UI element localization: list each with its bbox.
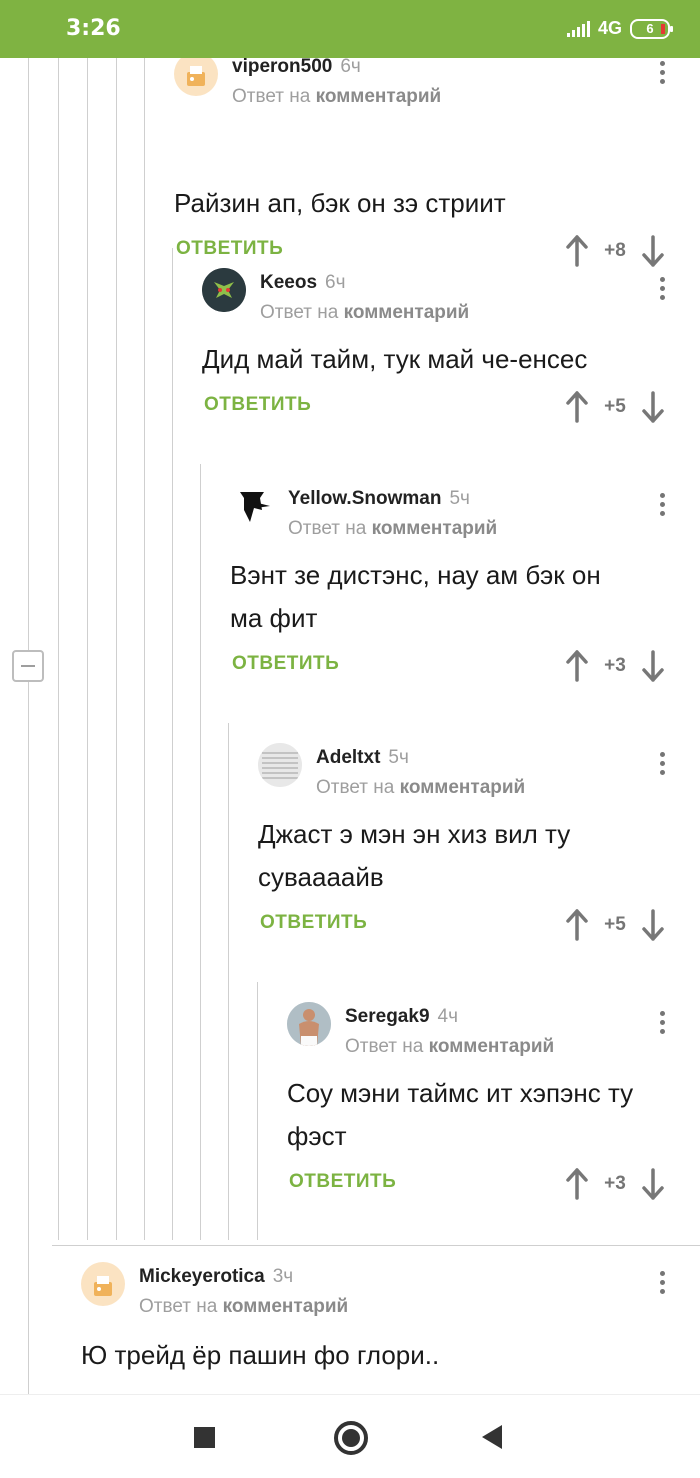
comment: Keeos 6ч Ответ на комментарий Дид май тай… xyxy=(202,268,700,448)
comment-time: 5ч xyxy=(388,747,409,768)
arrow-up-icon[interactable] xyxy=(564,649,590,683)
thread-line xyxy=(172,248,173,1240)
thread-line xyxy=(257,982,258,1240)
status-time: 3:26 xyxy=(66,16,121,41)
kebab-menu-icon[interactable] xyxy=(652,1008,672,1038)
vote-score: +5 xyxy=(604,914,626,935)
comment-text-line: фэст xyxy=(287,1121,347,1151)
reply-to: Ответ на комментарий xyxy=(316,777,526,798)
thread-line xyxy=(200,464,201,1240)
comment: Mickeyerotica 3ч Ответ на комментарий Ю т… xyxy=(81,1262,700,1394)
reply-to-link[interactable]: комментарий xyxy=(372,518,498,539)
vote-score: +5 xyxy=(604,396,626,417)
avatar[interactable] xyxy=(174,58,218,96)
reply-button[interactable]: ОТВЕТИТЬ xyxy=(260,912,367,934)
comment-text-line: Джаст э мэн эн хиз вил ту xyxy=(258,819,571,849)
reply-to: Ответ на комментарий xyxy=(345,1036,555,1057)
reply-to-link[interactable]: комментарий xyxy=(344,302,470,323)
avatar[interactable] xyxy=(202,268,246,312)
home-circle-icon[interactable] xyxy=(334,1421,368,1455)
reply-to: Ответ на комментарий xyxy=(260,302,470,323)
avatar[interactable] xyxy=(230,484,274,528)
recents-square-icon[interactable] xyxy=(194,1427,215,1448)
thread-line xyxy=(144,58,145,1240)
thread-line xyxy=(116,58,117,1240)
reply-to-link[interactable]: комментарий xyxy=(400,777,526,798)
reply-button[interactable]: ОТВЕТИТЬ xyxy=(289,1171,396,1193)
avatar[interactable] xyxy=(258,743,302,787)
thread-line xyxy=(87,58,88,1240)
comment-author[interactable]: Adeltxt xyxy=(316,747,380,768)
arrow-up-icon[interactable] xyxy=(564,234,590,268)
reply-button[interactable]: ОТВЕТИТЬ xyxy=(176,238,283,260)
kebab-menu-icon[interactable] xyxy=(652,749,672,779)
comment-text: Соу мэни таймс ит хэпэнс ту фэст xyxy=(287,1072,633,1158)
comments-thread: viperon500 6ч Ответ на комментарий Райзин… xyxy=(0,58,700,1394)
arrow-up-icon[interactable] xyxy=(564,390,590,424)
avatar[interactable] xyxy=(81,1262,125,1306)
battery-icon: 6 xyxy=(630,18,673,39)
comment-text-line: суваааайв xyxy=(258,862,384,892)
thread-line xyxy=(28,58,29,1394)
vote-score: +3 xyxy=(604,655,626,676)
comment-time: 4ч xyxy=(437,1006,458,1027)
arrow-down-icon[interactable] xyxy=(640,908,666,942)
comment: Adeltxt 5ч Ответ на комментарий Джаст э м… xyxy=(258,743,700,963)
kebab-menu-icon[interactable] xyxy=(652,58,672,88)
arrow-up-icon[interactable] xyxy=(564,908,590,942)
comment-text: Райзин ап, бэк он зэ стриит xyxy=(174,188,506,218)
reply-to: Ответ на комментарий xyxy=(288,518,498,539)
system-nav-bar xyxy=(0,1394,700,1478)
thread-line xyxy=(58,58,59,1240)
comment-time: 6ч xyxy=(325,272,346,293)
reply-to-link[interactable]: комментарий xyxy=(223,1296,349,1317)
comment-text: Вэнт зе дистэнс, нау ам бэк он ма фит xyxy=(230,554,601,640)
vote-score: +3 xyxy=(604,1173,626,1194)
vote-score: +8 xyxy=(604,240,626,261)
reply-to-link[interactable]: комментарий xyxy=(316,86,442,107)
kebab-menu-icon[interactable] xyxy=(652,1268,672,1298)
arrow-up-icon[interactable] xyxy=(564,1167,590,1201)
avatar[interactable] xyxy=(287,1002,331,1046)
comment-author[interactable]: viperon500 xyxy=(232,58,332,77)
reply-to-link[interactable]: комментарий xyxy=(429,1036,555,1057)
comment-time: 6ч xyxy=(340,58,361,77)
comment-time: 3ч xyxy=(272,1266,294,1287)
comment: Seregak9 4ч Ответ на комментарий Соу мэни… xyxy=(287,1002,700,1222)
comment: Yellow.Snowman 5ч Ответ на комментарий Вэ… xyxy=(230,484,700,704)
back-triangle-icon[interactable] xyxy=(482,1425,502,1449)
arrow-down-icon[interactable] xyxy=(640,649,666,683)
comment-time: 5ч xyxy=(449,488,470,509)
comment-author[interactable]: Mickeyerotica xyxy=(139,1266,265,1287)
collapse-thread-icon[interactable] xyxy=(12,650,44,682)
comment-author[interactable]: Yellow.Snowman xyxy=(288,488,441,509)
thread-divider xyxy=(52,1245,700,1246)
comment-author[interactable]: Keeos xyxy=(260,272,317,293)
comment-text-line: Вэнт зе дистэнс, нау ам бэк он xyxy=(230,560,601,590)
kebab-menu-icon[interactable] xyxy=(652,274,672,304)
comment: viperon500 6ч Ответ на комментарий Райзин… xyxy=(174,58,700,267)
reply-to: Ответ на комментарий xyxy=(232,86,442,107)
reply-button[interactable]: ОТВЕТИТЬ xyxy=(232,653,339,675)
arrow-down-icon[interactable] xyxy=(640,390,666,424)
comment-text-line: Соу мэни таймс ит хэпэнс ту xyxy=(287,1078,634,1108)
comment-text-line: ма фит xyxy=(230,603,318,633)
battery-level: 6 xyxy=(646,20,654,36)
reply-to: Ответ на комментарий xyxy=(139,1296,349,1317)
comment-author[interactable]: Seregak9 xyxy=(345,1006,430,1027)
thread-line xyxy=(228,723,229,1240)
reply-button[interactable]: ОТВЕТИТЬ xyxy=(204,394,311,416)
comment-text: Ю трейд ёр пашин фо глори.. xyxy=(81,1340,440,1370)
comment-text: Дид май тайм, тук май че-енсес xyxy=(202,344,588,374)
signal-icon xyxy=(566,20,590,37)
arrow-down-icon[interactable] xyxy=(640,234,666,268)
kebab-menu-icon[interactable] xyxy=(652,490,672,520)
arrow-down-icon[interactable] xyxy=(640,1167,666,1201)
status-bar: 3:26 4G 6 xyxy=(0,0,700,58)
comment-text: Джаст э мэн эн хиз вил ту суваааайв xyxy=(258,813,570,899)
network-type: 4G xyxy=(597,18,622,38)
